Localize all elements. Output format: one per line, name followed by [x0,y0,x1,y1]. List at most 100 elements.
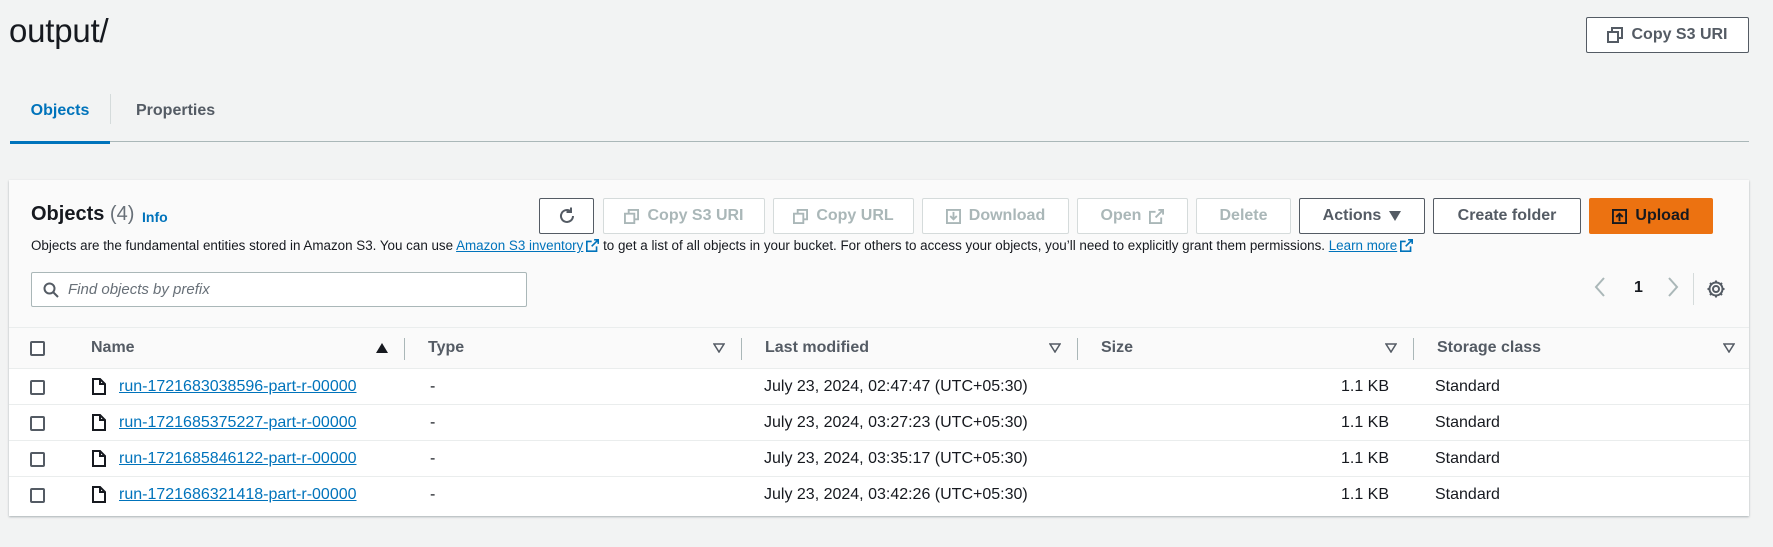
tab-bar: Objects Properties [10,84,1749,144]
row-checkbox[interactable] [30,488,45,503]
objects-panel-header: Objects (4) Info Copy S3 URI Copy URL Do… [9,180,1749,328]
table-row[interactable]: run-1721686321418-part-r-00000 - July 23… [9,478,1749,513]
external-link-icon [586,239,600,252]
object-storage-class: Standard [1435,450,1500,467]
objects-panel: Objects (4) Info Copy S3 URI Copy URL Do… [9,180,1749,516]
object-storage-class: Standard [1435,486,1500,503]
object-last-modified: July 23, 2024, 03:42:26 (UTC+05:30) [764,486,1028,503]
description-text-1: Objects are the fundamental entities sto… [31,238,457,253]
create-folder-button[interactable]: Create folder [1433,198,1581,234]
object-type: - [430,450,436,467]
object-name-link[interactable]: run-1721685846122-part-r-00000 [119,450,357,468]
object-type: - [430,414,436,431]
s3-inventory-link[interactable]: Amazon S3 inventory [456,238,583,253]
object-type: - [430,486,436,503]
refresh-button[interactable] [539,198,594,234]
file-icon [92,450,106,467]
copy-icon [1607,27,1624,43]
table-row[interactable]: run-1721685375227-part-r-00000 - July 23… [9,406,1749,441]
upload-icon [1612,208,1628,224]
object-last-modified: July 23, 2024, 02:47:47 (UTC+05:30) [764,378,1028,395]
object-size: 1.1 KB [1340,378,1389,395]
row-checkbox[interactable] [30,416,45,431]
objects-heading-text: Objects [31,203,105,225]
info-link[interactable]: Info [142,209,168,225]
object-storage-class: Standard [1435,414,1500,431]
tab-objects[interactable]: Objects [10,84,110,144]
tab-properties[interactable]: Properties [136,84,215,142]
sort-icon[interactable] [713,343,725,353]
learn-more-link[interactable]: Learn more [1329,238,1397,253]
sort-icon[interactable] [1385,343,1397,353]
column-header-last-modified[interactable]: Last modified [765,339,869,357]
copy-s3-uri-button[interactable]: Copy S3 URI [1586,17,1749,53]
column-divider[interactable] [404,338,405,360]
object-last-modified: July 23, 2024, 03:27:23 (UTC+05:30) [764,414,1028,431]
sort-icon[interactable] [1049,343,1061,353]
table-header: Name Type Last modified Size Storage cla… [9,328,1749,369]
object-name-link[interactable]: run-1721685375227-part-r-00000 [119,414,357,432]
search-box [31,272,527,307]
column-header-type[interactable]: Type [428,339,464,357]
object-name-link[interactable]: run-1721686321418-part-r-00000 [119,486,357,504]
copy-s3-uri-label: Copy S3 URI [1631,26,1728,43]
object-type: - [430,378,436,395]
current-page-number[interactable]: 1 [1634,279,1643,297]
download-button[interactable]: Download [922,198,1069,234]
upload-label: Upload [1635,207,1690,224]
search-input[interactable] [68,273,518,306]
object-last-modified: July 23, 2024, 03:35:17 (UTC+05:30) [764,450,1028,467]
tab-divider [110,94,111,124]
copy-s3-uri-object-button[interactable]: Copy S3 URI [603,198,765,234]
copy-icon [624,208,640,224]
previous-page-icon[interactable] [1593,276,1607,298]
row-checkbox[interactable] [30,452,45,467]
description-text-2: to get a list of all objects in your buc… [599,238,1329,253]
delete-button[interactable]: Delete [1196,198,1291,234]
column-divider[interactable] [1077,338,1078,360]
open-label: Open [1100,207,1142,224]
object-size: 1.1 KB [1340,450,1389,467]
column-header-name[interactable]: Name [91,339,135,357]
table-row[interactable]: run-1721685846122-part-r-00000 - July 23… [9,442,1749,477]
actions-dropdown-button[interactable]: Actions [1299,198,1425,234]
select-all-checkbox[interactable] [30,341,45,356]
objects-count: (4) [109,203,135,225]
create-folder-label: Create folder [1457,207,1557,224]
objects-heading: Objects (4) [31,203,134,226]
table-row[interactable]: run-1721683038596-part-r-00000 - July 23… [9,370,1749,405]
file-icon [92,486,106,503]
objects-description: Objects are the fundamental entities sto… [31,238,1414,253]
column-header-size[interactable]: Size [1101,339,1133,357]
upload-button[interactable]: Upload [1589,198,1713,234]
object-storage-class: Standard [1435,378,1500,395]
search-icon [43,282,59,298]
copy-url-label: Copy URL [816,207,894,224]
open-button[interactable]: Open [1077,198,1188,234]
object-size: 1.1 KB [1340,486,1389,503]
column-divider[interactable] [1413,338,1414,360]
actions-label: Actions [1322,207,1382,224]
copy-icon [793,208,809,224]
external-link-icon [1400,239,1414,252]
column-divider[interactable] [741,338,742,360]
row-checkbox[interactable] [30,380,45,395]
caret-down-icon [1389,211,1402,221]
delete-label: Delete [1219,207,1268,224]
sort-ascending-icon[interactable] [376,343,388,353]
column-header-storage-class[interactable]: Storage class [1437,339,1541,357]
pagination-divider [1693,273,1694,305]
object-size: 1.1 KB [1340,414,1389,431]
page-title: output/ [9,12,109,49]
object-name-link[interactable]: run-1721683038596-part-r-00000 [119,378,357,396]
sort-icon[interactable] [1723,343,1735,353]
file-icon [92,414,106,431]
download-label: Download [968,207,1046,224]
copy-s3-uri-object-label: Copy S3 URI [647,207,744,224]
next-page-icon[interactable] [1666,276,1680,298]
settings-gear-icon[interactable] [1706,279,1726,299]
copy-url-button[interactable]: Copy URL [773,198,914,234]
file-icon [92,378,106,395]
download-icon [945,208,961,224]
refresh-icon [559,207,574,223]
